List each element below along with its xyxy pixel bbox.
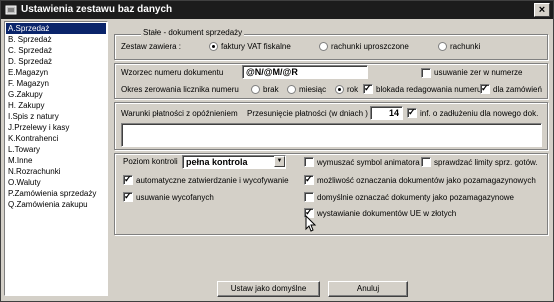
radio-bills[interactable]	[438, 42, 447, 51]
mouse-cursor-icon	[305, 215, 317, 232]
cancel-button[interactable]: Anuluj	[328, 281, 408, 297]
list-item[interactable]: L.Towary	[6, 144, 40, 155]
payment-notes-textarea[interactable]	[121, 123, 542, 147]
block-edit-checkbox[interactable]	[363, 83, 373, 94]
for-orders-label: dla zamówień	[493, 85, 542, 94]
default-offwarehouse-label: domyślnie oznaczać dokumenty jako pozama…	[317, 193, 514, 202]
pattern-label: Wzorzec numeru dokumentu	[121, 68, 224, 77]
list-item[interactable]: O.Waluty	[6, 177, 41, 188]
window-title: Ustawienia zestawu baz danych	[21, 4, 173, 15]
list-item[interactable]: D. Sprzedaż	[6, 56, 52, 67]
level-label: Poziom kontroli	[123, 157, 178, 166]
list-item[interactable]: K.Kontrahenci	[6, 133, 58, 144]
section-list[interactable]: A.Sprzedaż B. Sprzedaż C. Sprzedaż D. Sp…	[4, 21, 108, 296]
for-orders-checkbox[interactable]	[480, 83, 490, 94]
list-item[interactable]: N.Rozrachunki	[6, 166, 60, 177]
shift-label: Przesunięcie płatności (w dniach )	[247, 109, 368, 118]
list-item[interactable]: M.Inne	[6, 155, 32, 166]
list-item[interactable]: E.Magazyn	[6, 67, 48, 78]
reset-month-radio[interactable]	[287, 85, 296, 94]
list-item[interactable]: F. Magazyn	[6, 78, 49, 89]
delayed-payment-label: Warunki płatności z opóźnieniem	[121, 109, 238, 118]
mark-offwarehouse-checkbox[interactable]	[304, 174, 314, 185]
chevron-down-icon[interactable]: ▼	[274, 156, 285, 167]
force-animator-label: wymuszać symbol animatora	[317, 158, 420, 167]
radio-bills-label: rachunki	[450, 42, 481, 51]
check-limits-label: sprawdzać limity sprz. gotów.	[434, 158, 538, 167]
check-limits-checkbox[interactable]	[421, 157, 431, 167]
close-button[interactable]: ×	[534, 3, 550, 17]
pattern-input[interactable]: @N/@M/@R	[242, 65, 368, 79]
auto-approve-checkbox[interactable]	[123, 174, 133, 185]
list-item[interactable]: Q.Zamówienia zakupu	[6, 199, 88, 210]
auto-approve-label: automatyczne zatwierdzanie i wycofywanie	[136, 176, 289, 185]
list-item[interactable]: P.Zamówienia sprzedaży	[6, 188, 96, 199]
list-item[interactable]: G.Zakupy	[6, 89, 43, 100]
reset-year-radio[interactable]	[335, 85, 344, 94]
radio-simple-bills-label: rachunki uproszczone	[331, 42, 409, 51]
list-item[interactable]: A.Sprzedaż	[6, 23, 106, 34]
title-bar: Ustawienia zestawu baz danych ×	[1, 1, 553, 19]
list-item[interactable]: H. Zakupy	[6, 100, 44, 111]
default-offwarehouse-checkbox[interactable]	[304, 192, 314, 202]
eu-docs-pln-label: wystawianie dokumentów UE w złotych	[317, 209, 457, 218]
reset-year-label: rok	[347, 85, 359, 94]
list-item[interactable]: I.Spis z natury	[6, 111, 59, 122]
level-select[interactable]: pełna kontrola	[182, 155, 286, 169]
shift-days-input[interactable]: 14	[370, 106, 403, 120]
settings-window: Ustawienia zestawu baz danych × A.Sprzed…	[0, 0, 554, 302]
remove-withdrawn-label: usuwanie wycofanych	[136, 193, 214, 202]
radio-vat-invoices-label: faktury VAT fiskalne	[221, 42, 291, 51]
force-animator-checkbox[interactable]	[304, 157, 314, 167]
set-label: Zestaw zawiera :	[121, 42, 182, 51]
reset-label: Okres zerowania licznika numeru	[121, 85, 239, 94]
debt-info-label: inf. o zadłużeniu dla nowego dok.	[420, 109, 539, 118]
set-default-button[interactable]: Ustaw jako domyślne	[217, 281, 320, 297]
mark-offwarehouse-label: możliwość oznaczania dokumentów jako poz…	[317, 176, 536, 185]
list-item[interactable]: C. Sprzedaż	[6, 45, 52, 56]
reset-none-label: brak	[263, 85, 279, 94]
debt-info-checkbox[interactable]	[407, 107, 417, 118]
reset-none-radio[interactable]	[251, 85, 260, 94]
fixed-settings-title: Stałe - dokument sprzedaży	[141, 28, 245, 38]
list-item[interactable]: B. Sprzedaż	[6, 34, 52, 45]
app-icon	[5, 5, 17, 15]
block-edit-label: blokada redagowania numeru	[376, 85, 482, 94]
remove-withdrawn-checkbox[interactable]	[123, 191, 133, 202]
radio-simple-bills[interactable]	[319, 42, 328, 51]
remove-zeros-label: usuwanie zer w numerze	[434, 68, 523, 77]
radio-vat-invoices[interactable]	[209, 42, 218, 51]
remove-zeros-checkbox[interactable]	[421, 68, 431, 78]
reset-month-label: miesiąc	[299, 85, 327, 94]
list-item[interactable]: J.Przelewy i kasy	[6, 122, 69, 133]
